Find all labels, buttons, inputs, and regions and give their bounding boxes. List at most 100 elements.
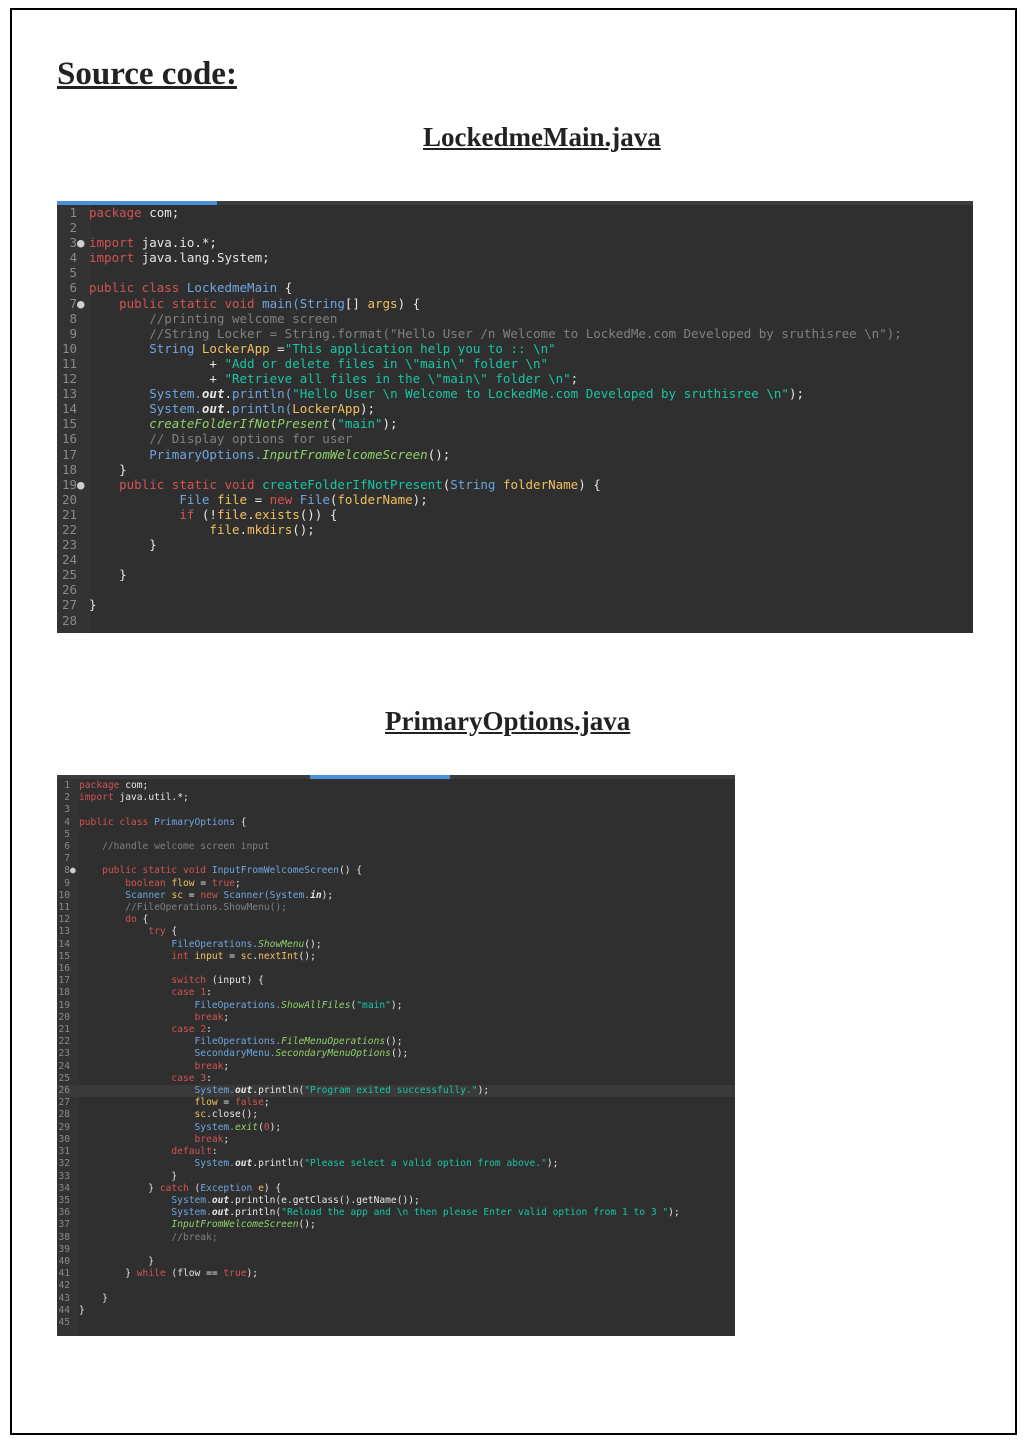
code-line: 13 System.out.println("Hello User \n Wel… bbox=[57, 386, 973, 401]
fold-marker-icon bbox=[77, 567, 89, 582]
fold-marker-icon bbox=[77, 447, 89, 462]
fold-marker-icon bbox=[70, 792, 79, 804]
fold-marker-icon bbox=[77, 416, 89, 431]
code-line: 10 String LockerApp ="This application h… bbox=[57, 341, 973, 356]
fold-marker-icon bbox=[77, 280, 89, 295]
fold-marker-icon bbox=[70, 841, 79, 853]
line-number: 27 bbox=[58, 1097, 70, 1109]
line-number: 3 bbox=[64, 804, 70, 816]
line-number: 38 bbox=[58, 1231, 70, 1243]
fold-marker-icon bbox=[70, 1207, 79, 1219]
code-line: 11 //FileOperations.ShowMenu(); bbox=[58, 902, 287, 914]
line-number: 20 bbox=[58, 1011, 70, 1023]
fold-marker-icon bbox=[77, 205, 89, 220]
line-number: 16 bbox=[61, 431, 77, 447]
line-number: 10 bbox=[58, 889, 70, 901]
line-number: 6 bbox=[69, 280, 77, 296]
line-number: 17 bbox=[58, 975, 70, 987]
code-line: 13 try { bbox=[58, 926, 178, 938]
line-number: 2 bbox=[64, 792, 70, 804]
fold-marker-icon bbox=[70, 1134, 79, 1146]
fold-marker-icon bbox=[77, 341, 89, 356]
fold-marker-icon bbox=[70, 1232, 79, 1244]
line-number: 22 bbox=[58, 1036, 70, 1048]
code-line: 14 FileOperations.ShowMenu(); bbox=[58, 938, 322, 950]
line-number: 5 bbox=[69, 265, 77, 281]
code-line: 7 bbox=[57, 853, 735, 865]
line-number: 8 bbox=[69, 310, 77, 326]
code-line: 15 int input = sc.nextInt(); bbox=[58, 950, 316, 963]
line-number: 2 bbox=[69, 220, 77, 236]
line-number: 27 bbox=[61, 597, 77, 613]
code-line: 18 case 1: bbox=[58, 987, 212, 999]
code-line: 26 System.out.println("Program exited su… bbox=[57, 1085, 735, 1098]
code-line: 6 public class LockedmeMain { bbox=[57, 280, 973, 295]
line-number: 43 bbox=[58, 1292, 70, 1304]
code-line: 11 + "Add or delete files in \"main\" fo… bbox=[57, 356, 973, 371]
code-line: 20 break; bbox=[58, 1011, 230, 1023]
fold-marker-icon bbox=[77, 386, 89, 401]
fold-marker-icon bbox=[77, 220, 89, 235]
fold-marker-icon bbox=[77, 492, 89, 507]
fold-marker-icon bbox=[70, 1317, 79, 1329]
line-number: 23 bbox=[61, 537, 77, 553]
code-line: 20 File file = new File(folderName); bbox=[57, 492, 973, 507]
code-line: 24 bbox=[57, 552, 973, 567]
file-title-primaryoptions: PrimaryOptions.java bbox=[385, 706, 631, 736]
fold-marker-icon bbox=[70, 1219, 79, 1231]
code-line: 5 bbox=[57, 829, 735, 841]
code-line: 45 bbox=[57, 1317, 735, 1329]
fold-marker-icon bbox=[70, 926, 79, 938]
code-line: 19 FileOperations.ShowAllFiles("main"); bbox=[58, 999, 403, 1012]
line-number: 20 bbox=[61, 491, 77, 507]
line-number: 34 bbox=[58, 1182, 70, 1194]
code-line: 8● public static void InputFromWelcomeSc… bbox=[57, 865, 735, 877]
line-number: 6 bbox=[64, 841, 70, 853]
code-line: 10 Scanner sc = new Scanner(System.in); bbox=[58, 889, 334, 902]
line-number: 30 bbox=[58, 1133, 70, 1145]
fold-marker-icon bbox=[70, 914, 79, 926]
line-number: 36 bbox=[58, 1207, 70, 1219]
fold-marker-icon bbox=[70, 780, 79, 792]
code-line: 16 // Display options for user bbox=[57, 431, 973, 446]
code-line: 31 default: bbox=[58, 1146, 218, 1158]
fold-marker-icon bbox=[77, 265, 89, 280]
code-line: 3● import java.io.*; bbox=[57, 235, 973, 250]
fold-marker-icon bbox=[70, 951, 79, 963]
code-line: 22 file.mkdirs(); bbox=[57, 522, 973, 537]
line-number: 29 bbox=[58, 1121, 70, 1133]
fold-marker-icon bbox=[70, 1268, 79, 1280]
fold-marker-icon bbox=[70, 1305, 79, 1317]
fold-marker-icon bbox=[70, 1024, 79, 1036]
fold-marker-icon bbox=[70, 1171, 79, 1183]
fold-marker-icon bbox=[77, 401, 89, 416]
fold-marker-icon bbox=[70, 1000, 79, 1012]
code-line: 9 //String Locker = String.format("Hello… bbox=[57, 326, 973, 341]
line-number: 14 bbox=[58, 938, 70, 950]
code-line: 44 } bbox=[58, 1304, 85, 1317]
code-line: 33 } bbox=[58, 1170, 178, 1183]
line-number: 1 bbox=[69, 205, 77, 220]
fold-marker-icon bbox=[70, 1073, 79, 1085]
fold-marker-icon bbox=[70, 987, 79, 999]
line-number: 28 bbox=[58, 1109, 70, 1121]
fold-marker-icon bbox=[70, 1146, 79, 1158]
line-number: 13 bbox=[58, 926, 70, 938]
code-line: 18 } bbox=[57, 462, 973, 477]
code-line: 6 //handle welcome screen input bbox=[57, 841, 735, 853]
code-line: 17 PrimaryOptions.InputFromWelcomeScreen… bbox=[57, 447, 973, 462]
line-number: 40 bbox=[58, 1255, 70, 1267]
line-number: 26 bbox=[61, 582, 77, 598]
line-number: 8 bbox=[64, 865, 70, 877]
fold-marker-icon bbox=[70, 1256, 79, 1268]
fold-marker-icon bbox=[77, 311, 89, 326]
code-line: 30 break; bbox=[58, 1133, 230, 1146]
line-number: 5 bbox=[64, 828, 70, 840]
fold-marker-icon bbox=[70, 890, 79, 902]
line-number: 33 bbox=[58, 1170, 70, 1182]
code-line: 12 + "Retrieve all files in the \"main\"… bbox=[57, 371, 973, 386]
line-number: 19 bbox=[58, 999, 70, 1011]
code-line: 26 bbox=[57, 582, 973, 597]
code-line: 8 //printing welcome screen bbox=[57, 311, 973, 326]
line-number: 25 bbox=[58, 1072, 70, 1084]
